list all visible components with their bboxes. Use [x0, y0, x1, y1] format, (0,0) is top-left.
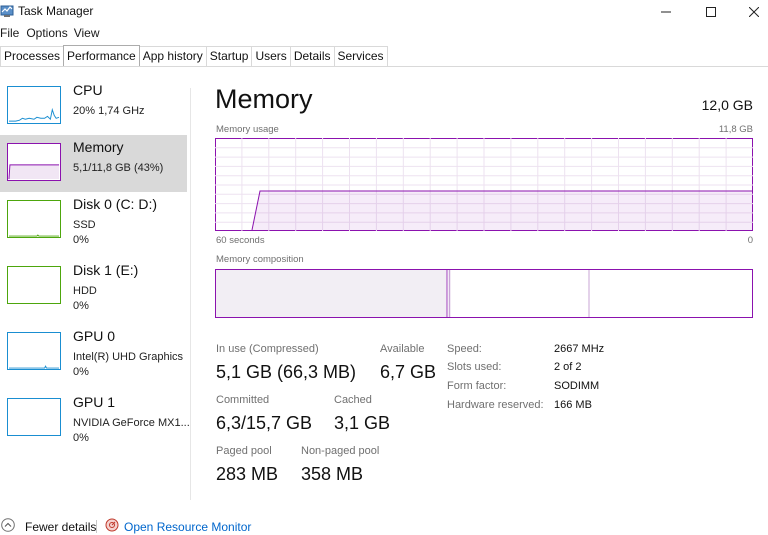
form-factor-label: Form factor:: [447, 380, 507, 392]
sidebar-item-model: Intel(R) UHD Graphics: [73, 351, 184, 363]
paged-pool-value: 283 MB: [216, 464, 279, 484]
cpu-thumbnail-graph: [7, 86, 61, 124]
memory-usage-graph: [215, 138, 753, 231]
sidebar-item-cpu[interactable]: CPU 20% 1,74 GHz: [0, 78, 187, 135]
graph-axis-left: 60 seconds: [216, 235, 265, 246]
footer-bar: Fewer details Open Resource Monitor: [0, 517, 768, 535]
sidebar-item-type: HDD: [73, 285, 97, 297]
tab-users[interactable]: Users: [251, 46, 291, 66]
menu-file[interactable]: File: [0, 26, 24, 42]
disk1-thumbnail-graph: [7, 266, 61, 304]
resource-monitor-icon: [105, 518, 119, 532]
in-use-value: 5,1 GB (66,3 MB): [216, 362, 357, 382]
sidebar-item-type: SSD: [73, 219, 96, 231]
sidebar-item-detail: 0%: [73, 366, 89, 378]
slots-value: 2 of 2: [554, 361, 582, 373]
menu-options[interactable]: Options: [26, 26, 72, 42]
sidebar-item-gpu0[interactable]: GPU 0 Intel(R) UHD Graphics 0%: [0, 324, 187, 381]
speed-label: Speed:: [447, 343, 482, 355]
sidebar-item-title: Memory: [73, 139, 124, 155]
graph-axis-right: 0: [747, 235, 753, 246]
footer-divider: [96, 520, 97, 533]
sidebar-item-gpu1[interactable]: GPU 1 NVIDIA GeForce MX1... 0%: [0, 390, 190, 447]
minimize-button[interactable]: [643, 0, 689, 24]
sidebar-item-title: Disk 0 (C: D:): [73, 196, 157, 212]
tab-services[interactable]: Services: [333, 46, 388, 66]
memory-usage-max: 11,8 GB: [718, 124, 753, 135]
tab-app-history[interactable]: App history: [138, 46, 207, 66]
tab-performance[interactable]: Performance: [63, 45, 140, 66]
in-use-label: In use (Compressed): [216, 343, 319, 355]
hardware-reserved-label: Hardware reserved:: [447, 399, 544, 411]
hardware-reserved-value: 166 MB: [554, 399, 592, 411]
minimize-icon: [661, 11, 671, 13]
fewer-details-button[interactable]: Fewer details: [25, 520, 96, 534]
sidebar-item-memory[interactable]: Memory 5,1/11,8 GB (43%): [0, 135, 187, 192]
maximize-icon: [706, 7, 716, 17]
sidebar-item-title: CPU: [73, 82, 103, 98]
disk0-thumbnail-graph: [7, 200, 61, 238]
menu-bar: File Options View: [0, 26, 105, 42]
title-bar: Task Manager: [0, 0, 768, 24]
sidebar-item-detail: 0%: [73, 300, 89, 312]
sidebar-item-title: GPU 0: [73, 328, 116, 344]
chevron-up-icon[interactable]: [1, 518, 15, 532]
tab-startup[interactable]: Startup: [205, 46, 253, 66]
composition-in-use: [216, 270, 447, 317]
close-button[interactable]: [731, 0, 768, 24]
tab-processes[interactable]: Processes: [0, 46, 65, 66]
sidebar-divider: [190, 88, 191, 500]
menu-view[interactable]: View: [74, 26, 105, 42]
memory-capacity: 12,0 GB: [701, 97, 753, 113]
sidebar-item-detail: 5,1/11,8 GB (43%): [73, 162, 164, 174]
maximize-button[interactable]: [688, 0, 734, 24]
form-factor-value: SODIMM: [554, 380, 600, 392]
nonpaged-pool-label: Non-paged pool: [301, 445, 380, 457]
gpu0-thumbnail-graph: [7, 332, 61, 370]
speed-value: 2667 MHz: [554, 343, 605, 355]
resource-sidebar: CPU 20% 1,74 GHz Memory 5,1/11,8 GB (43%…: [0, 74, 190, 504]
sidebar-item-detail: 0%: [73, 234, 89, 246]
open-resource-monitor-link[interactable]: Open Resource Monitor: [124, 520, 251, 534]
memory-usage-area: [252, 191, 752, 230]
sidebar-item-disk1[interactable]: Disk 1 (E:) HDD 0%: [0, 258, 187, 315]
close-icon: [749, 7, 759, 17]
sidebar-item-detail: 20% 1,74 GHz: [73, 105, 145, 117]
sidebar-item-model: NVIDIA GeForce MX1...: [73, 417, 190, 429]
sidebar-item-title: Disk 1 (E:): [73, 262, 139, 278]
nonpaged-pool-value: 358 MB: [301, 464, 364, 484]
cached-label: Cached: [334, 394, 372, 406]
cached-value: 3,1 GB: [334, 413, 391, 433]
slots-label: Slots used:: [447, 361, 502, 373]
window-title: Task Manager: [18, 4, 94, 18]
memory-thumbnail-graph: [7, 143, 61, 181]
page-title: Memory: [215, 84, 313, 114]
available-label: Available: [380, 343, 425, 355]
memory-usage-label: Memory usage: [216, 124, 279, 135]
memory-composition-bar: [215, 269, 753, 318]
gpu1-thumbnail-graph: [7, 398, 61, 436]
memory-composition-label: Memory composition: [216, 254, 304, 265]
task-manager-icon: [0, 5, 14, 17]
available-value: 6,7 GB: [380, 362, 437, 382]
committed-label: Committed: [216, 394, 270, 406]
tab-bar: Processes Performance App history Startu…: [0, 45, 768, 67]
paged-pool-label: Paged pool: [216, 445, 272, 457]
committed-value: 6,3/15,7 GB: [216, 413, 313, 433]
sidebar-item-disk0[interactable]: Disk 0 (C: D:) SSD 0%: [0, 192, 187, 249]
tab-details[interactable]: Details: [289, 46, 335, 66]
sidebar-item-title: GPU 1: [73, 394, 116, 410]
sidebar-item-detail: 0%: [73, 432, 89, 444]
